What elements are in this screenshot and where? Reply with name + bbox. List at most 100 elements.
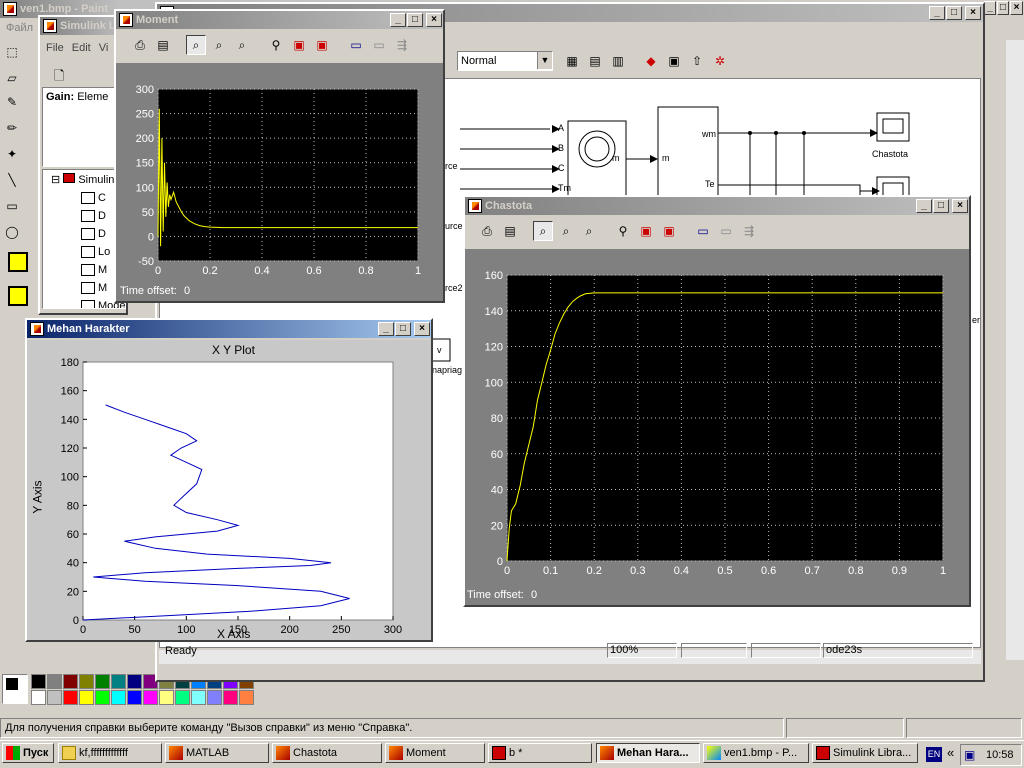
line-tool-icon[interactable]: ╲ bbox=[2, 170, 22, 190]
taskbar-item-b[interactable]: b * bbox=[488, 743, 592, 763]
tree-item[interactable]: C bbox=[81, 192, 106, 205]
language-indicator[interactable]: EN bbox=[926, 747, 942, 762]
moment-maximize-button[interactable]: □ bbox=[407, 13, 423, 27]
paint-maximize-button[interactable]: □ bbox=[997, 1, 1009, 15]
signal-select-icon[interactable]: ⇶ bbox=[739, 221, 759, 241]
tree-item[interactable]: Lo bbox=[81, 246, 110, 259]
library-icon[interactable]: ▦ bbox=[562, 51, 582, 71]
tree-item[interactable]: M bbox=[81, 282, 107, 295]
palette-color-swatch[interactable] bbox=[143, 690, 158, 705]
paint-minimize-button[interactable]: _ bbox=[984, 1, 996, 15]
paint-scrollbar-v[interactable] bbox=[1006, 40, 1024, 660]
model-minimize-button[interactable]: _ bbox=[929, 6, 945, 20]
palette-color-swatch[interactable] bbox=[111, 690, 126, 705]
palette-color-swatch[interactable] bbox=[47, 674, 62, 689]
chastota-chart[interactable]: 0 0.1 0.2 0.3 0.4 0.5 0.6 0.7 0.8 0.9 1 160 140 120 10… bbox=[465, 249, 969, 605]
build-icon[interactable]: ▥ bbox=[608, 51, 628, 71]
simlib-menu-view[interactable]: Vi bbox=[99, 42, 109, 54]
lock-icon[interactable]: ▭ bbox=[369, 35, 389, 55]
spray-tool-icon[interactable]: ✦ bbox=[2, 144, 22, 164]
palette-color-swatch[interactable] bbox=[63, 674, 78, 689]
picker-tool-icon[interactable]: ✎ bbox=[2, 92, 22, 112]
params-icon[interactable]: ▤ bbox=[500, 221, 520, 241]
simlib-menu-file[interactable]: File bbox=[46, 42, 64, 54]
palette-color-swatch[interactable] bbox=[79, 690, 94, 705]
palette-color-swatch[interactable] bbox=[63, 690, 78, 705]
taskbar-item-simlib[interactable]: Simulink Libra... bbox=[812, 743, 918, 763]
palette-color-swatch[interactable] bbox=[207, 690, 222, 705]
palette-color-swatch[interactable] bbox=[239, 690, 254, 705]
autoscale-icon[interactable]: ⚲ bbox=[266, 35, 286, 55]
taskbar-item-folder[interactable]: kf,fffffffffffff bbox=[58, 743, 162, 763]
model-browser-icon[interactable]: ◆ bbox=[641, 51, 661, 71]
params-icon[interactable]: ▤ bbox=[153, 35, 173, 55]
up-arrow-icon[interactable]: ⇧ bbox=[687, 51, 707, 71]
palette-color-swatch[interactable] bbox=[127, 674, 142, 689]
taskbar-item-mehan[interactable]: Mehan Hara... bbox=[596, 743, 700, 763]
simlib-menu-edit[interactable]: Edit bbox=[72, 42, 91, 54]
start-button[interactable]: Пуск bbox=[2, 743, 54, 763]
palette-color-swatch[interactable] bbox=[95, 674, 110, 689]
chastota-maximize-button[interactable]: □ bbox=[933, 199, 949, 213]
moment-close-button[interactable]: × bbox=[426, 13, 442, 27]
scope-chastota-block[interactable] bbox=[876, 112, 910, 142]
chastota-minimize-button[interactable]: _ bbox=[916, 199, 932, 213]
mehan-minimize-button[interactable]: _ bbox=[378, 322, 394, 336]
explorer-icon[interactable]: ▣ bbox=[664, 51, 684, 71]
taskbar-item-moment[interactable]: Moment bbox=[385, 743, 485, 763]
model-maximize-button[interactable]: □ bbox=[946, 6, 962, 20]
palette-color-swatch[interactable] bbox=[47, 690, 62, 705]
print-icon[interactable]: ⎙ bbox=[130, 35, 150, 55]
palette-color-swatch[interactable] bbox=[175, 690, 190, 705]
palette-color-swatch[interactable] bbox=[31, 674, 46, 689]
clock[interactable]: 10:58 bbox=[986, 749, 1014, 761]
zoom-y-icon[interactable]: ⌕ bbox=[232, 35, 252, 55]
save-axes-icon[interactable]: ▣ bbox=[289, 35, 309, 55]
rect-tool-icon[interactable]: ▭ bbox=[2, 196, 22, 216]
autoscale-icon[interactable]: ⚲ bbox=[613, 221, 633, 241]
zoom-icon[interactable]: ⌕ bbox=[533, 221, 553, 241]
chastota-close-button[interactable]: × bbox=[952, 199, 968, 213]
zoom-icon[interactable]: ⌕ bbox=[186, 35, 206, 55]
restore-axes-icon[interactable]: ▣ bbox=[659, 221, 679, 241]
mehan-close-button[interactable]: × bbox=[414, 322, 430, 336]
print-icon[interactable]: ⎙ bbox=[477, 221, 497, 241]
sim-mode-select[interactable]: Normal ▼ bbox=[457, 51, 553, 71]
palette-color-swatch[interactable] bbox=[95, 690, 110, 705]
signal-select-icon[interactable]: ⇶ bbox=[392, 35, 412, 55]
ellipse-tool-icon[interactable]: ◯ bbox=[2, 222, 22, 242]
zoom-x-icon[interactable]: ⌕ bbox=[556, 221, 576, 241]
lock-icon[interactable]: ▭ bbox=[716, 221, 736, 241]
zoom-y-icon[interactable]: ⌕ bbox=[579, 221, 599, 241]
library-block-icon[interactable] bbox=[8, 252, 28, 272]
palette-color-swatch[interactable] bbox=[79, 674, 94, 689]
tree-item[interactable]: D bbox=[81, 210, 106, 223]
pencil-tool-icon[interactable]: ✏ bbox=[2, 118, 22, 138]
moment-minimize-button[interactable]: _ bbox=[390, 13, 406, 27]
zoom-x-icon[interactable]: ⌕ bbox=[209, 35, 229, 55]
paint-close-button[interactable]: × bbox=[1010, 1, 1023, 15]
select-tool-icon[interactable]: ⬚ bbox=[2, 42, 22, 62]
taskbar-item-matlab[interactable]: MATLAB bbox=[165, 743, 269, 763]
new-icon[interactable]: 🗋 bbox=[54, 68, 64, 83]
mehan-title-bar[interactable]: Mehan Harakter bbox=[27, 320, 431, 338]
floating-icon[interactable]: ▭ bbox=[346, 35, 366, 55]
taskbar-item-paint[interactable]: ven1.bmp - P... bbox=[703, 743, 809, 763]
eraser-tool-icon[interactable]: ▱ bbox=[2, 68, 22, 88]
moment-chart[interactable]: 0 0.2 0.4 0.6 0.8 1300250200150100500-50 bbox=[116, 63, 443, 301]
mehan-chart[interactable]: 0 50 100 150 200 250 3000204060801001201401601… bbox=[27, 340, 431, 640]
paint-menu-file[interactable]: Файл bbox=[6, 22, 33, 34]
restore-axes-icon[interactable]: ▣ bbox=[312, 35, 332, 55]
palette-color-swatch[interactable] bbox=[191, 690, 206, 705]
tree-root[interactable]: ⊟ Simulin bbox=[51, 173, 114, 186]
palette-color-swatch[interactable] bbox=[127, 690, 142, 705]
foreground-color[interactable] bbox=[6, 678, 18, 690]
save-axes-icon[interactable]: ▣ bbox=[636, 221, 656, 241]
palette-color-swatch[interactable] bbox=[31, 690, 46, 705]
model-close-button[interactable]: × bbox=[965, 6, 981, 20]
palette-color-swatch[interactable] bbox=[223, 690, 238, 705]
mehan-maximize-button[interactable]: □ bbox=[395, 322, 411, 336]
network-icon[interactable]: ▣ bbox=[964, 748, 975, 762]
chastota-title-bar[interactable]: Chastota bbox=[465, 197, 969, 215]
palette-color-swatch[interactable] bbox=[111, 674, 126, 689]
